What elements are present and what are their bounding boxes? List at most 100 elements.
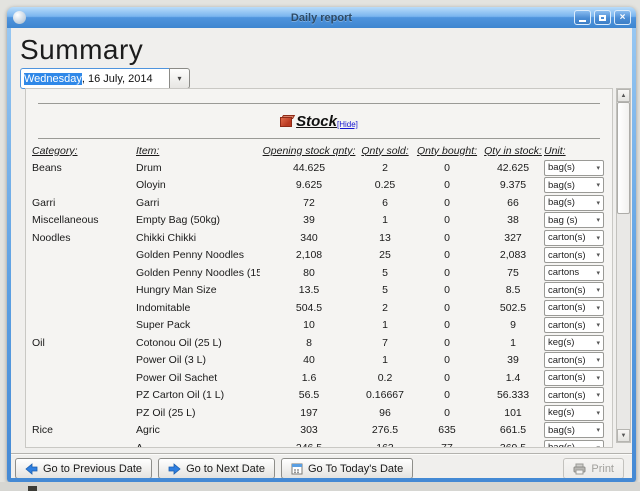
- chevron-down-icon: ▾: [596, 357, 600, 365]
- chevron-down-icon: ▾: [596, 374, 600, 382]
- scroll-down-icon: ▼: [620, 432, 627, 439]
- table-header-row: Category: Item: Opening stock qnty: Qnty…: [32, 142, 612, 159]
- qty-in-stock-cell: 1: [510, 336, 516, 349]
- date-input[interactable]: Wednesday, 16 July, 2014: [20, 68, 169, 89]
- unit-select[interactable]: carton(s) ▾: [544, 247, 604, 264]
- stock-section-title: Stock: [296, 112, 337, 130]
- minimize-icon: [579, 19, 586, 22]
- qty-sold-cell: 276.5: [371, 424, 399, 437]
- unit-value: carton(s): [548, 319, 586, 331]
- qty-in-stock-cell: 42.625: [496, 161, 530, 174]
- qty-bought-cell: 0: [444, 319, 450, 332]
- footer-divider: [11, 453, 632, 454]
- unit-select[interactable]: carton(s) ▾: [544, 352, 604, 369]
- item-cell: Power Oil (3 L): [136, 354, 207, 367]
- table-row: PZ Oil (25 L) 197 96 0 101 keg(s) ▾: [32, 404, 612, 422]
- date-rest-text: , 16 July, 2014: [81, 72, 153, 85]
- close-icon: ×: [619, 11, 626, 23]
- qty-bought-cell: 0: [444, 406, 450, 419]
- opening-qty-cell: 303: [300, 424, 318, 437]
- qty-in-stock-cell: 502.5: [499, 301, 527, 314]
- item-cell: Drum: [136, 161, 162, 174]
- opening-qty-cell: 340: [300, 231, 318, 244]
- opening-qty-cell: 72: [303, 196, 315, 209]
- table-row: Oloyin 9.625 0.25 0 9.375 bag(s) ▾: [32, 177, 612, 195]
- table-row: Power Oil Sachet 1.6 0.2 0 1.4 carton(s) ▾: [32, 369, 612, 387]
- unit-value: bag(s): [548, 197, 575, 209]
- category-cell: Oil: [32, 336, 45, 349]
- red-crate-icon: [280, 114, 296, 128]
- unit-value: carton(s): [548, 302, 586, 314]
- unit-select[interactable]: bag(s) ▾: [544, 177, 604, 194]
- unit-select[interactable]: bag(s) ▾: [544, 422, 604, 439]
- table-row: Hungry Man Size 13.5 5 0 8.5 carton(s) ▾: [32, 282, 612, 300]
- unit-select[interactable]: carton(s) ▾: [544, 369, 604, 386]
- table-body: Beans Drum 44.625 2 0 42.625 bag(s) ▾ Oloyin 9.62…: [32, 159, 612, 448]
- qty-in-stock-cell: 369.5: [499, 441, 527, 448]
- item-cell: Oloyin: [136, 179, 166, 192]
- col-qty-bought: Qnty bought:: [416, 144, 478, 157]
- qty-in-stock-cell: 327: [504, 231, 522, 244]
- go-today-date-button[interactable]: Go To Today's Date: [280, 458, 414, 478]
- qty-in-stock-cell: 66: [507, 196, 519, 209]
- scroll-up-button[interactable]: ▲: [617, 89, 630, 102]
- unit-select[interactable]: keg(s) ▾: [544, 404, 604, 421]
- calendar-icon: [291, 463, 303, 474]
- unit-select[interactable]: keg(s) ▾: [544, 334, 604, 351]
- col-opening-qty: Opening stock qnty:: [262, 144, 356, 157]
- category-cell: Noodles: [32, 231, 71, 244]
- qty-in-stock-cell: 38: [507, 214, 519, 227]
- unit-value: carton(s): [548, 232, 586, 244]
- go-today-date-label: Go To Today's Date: [307, 462, 404, 475]
- unit-select[interactable]: carton(s) ▾: [544, 317, 604, 334]
- go-next-date-label: Go to Next Date: [186, 462, 265, 475]
- unit-select[interactable]: carton(s) ▾: [544, 282, 604, 299]
- maximize-button[interactable]: [594, 10, 611, 25]
- unit-select[interactable]: bag(s) ▾: [544, 439, 604, 447]
- close-button[interactable]: ×: [614, 10, 631, 25]
- scrollbar-thumb[interactable]: [617, 102, 630, 214]
- qty-bought-cell: 0: [444, 214, 450, 227]
- qty-sold-cell: 2: [382, 161, 388, 174]
- chevron-down-icon: ▾: [596, 217, 600, 225]
- item-cell: Empty Bag (50kg): [136, 214, 221, 227]
- qty-bought-cell: 635: [438, 424, 456, 437]
- unit-select[interactable]: cartons ▾: [544, 264, 604, 281]
- unit-select[interactable]: carton(s) ▾: [544, 387, 604, 404]
- unit-select[interactable]: carton(s) ▾: [544, 229, 604, 246]
- qty-bought-cell: 0: [444, 336, 450, 349]
- hide-link[interactable]: [Hide]: [337, 120, 358, 129]
- unit-select[interactable]: carton(s) ▾: [544, 299, 604, 316]
- unit-select[interactable]: bag(s) ▾: [544, 194, 604, 211]
- window-content: Summary Wednesday, 16 July, 2014 ▾ Stock…: [11, 28, 632, 478]
- chevron-down-icon: ▾: [596, 182, 600, 190]
- qty-in-stock-cell: 1.4: [505, 371, 521, 384]
- date-dropdown-button[interactable]: ▾: [169, 68, 190, 89]
- window-title: Daily report: [290, 11, 353, 24]
- scroll-down-button[interactable]: ▼: [617, 429, 630, 442]
- item-cell: Power Oil Sachet: [136, 371, 218, 384]
- unit-select[interactable]: bag(s) ▾: [544, 159, 604, 176]
- scroll-up-icon: ▲: [620, 92, 627, 99]
- unit-value: carton(s): [548, 354, 586, 366]
- qty-bought-cell: 0: [444, 161, 450, 174]
- item-cell: Chikki Chikki: [136, 231, 197, 244]
- vertical-scrollbar[interactable]: ▲ ▼: [616, 88, 631, 443]
- opening-qty-cell: 2,108: [295, 249, 323, 262]
- print-button[interactable]: Print: [563, 458, 624, 478]
- opening-qty-cell: 504.5: [295, 301, 323, 314]
- qty-sold-cell: 1: [382, 354, 388, 367]
- opening-qty-cell: 56.5: [298, 389, 320, 402]
- unit-select[interactable]: bag (s) ▾: [544, 212, 604, 229]
- unit-value: keg(s): [548, 337, 575, 349]
- chevron-down-icon: ▾: [596, 164, 600, 172]
- unit-value: carton(s): [548, 249, 586, 261]
- go-next-date-button[interactable]: Go to Next Date: [158, 458, 275, 478]
- go-previous-date-button[interactable]: Go to Previous Date: [15, 458, 153, 478]
- qty-in-stock-cell: 2,083: [499, 249, 527, 262]
- minimize-button[interactable]: [574, 10, 591, 25]
- item-cell: Indomitable: [136, 301, 191, 314]
- item-cell: Super Pack: [136, 319, 191, 332]
- chevron-down-icon: ▾: [596, 409, 600, 417]
- titlebar[interactable]: Daily report ×: [7, 7, 636, 28]
